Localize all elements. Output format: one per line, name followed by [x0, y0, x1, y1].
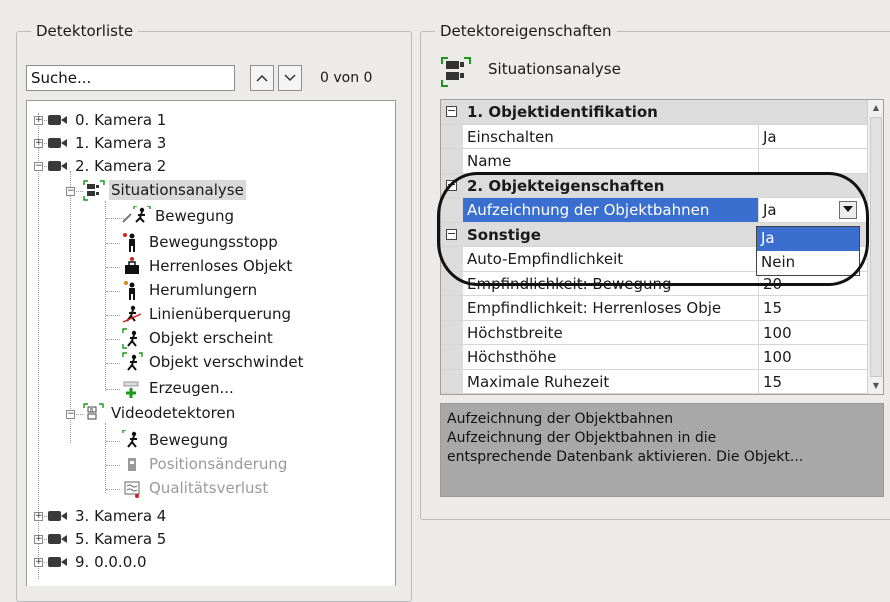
- vertical-scrollbar[interactable]: ▲ ▼: [867, 100, 883, 394]
- position-change-icon: [121, 454, 143, 474]
- expand-camera-9[interactable]: +: [34, 558, 43, 567]
- detector-properties-legend: Detektoreigenschaften: [440, 22, 612, 40]
- tree-item-objekt-verschwindet[interactable]: Objekt verschwindet: [121, 351, 305, 373]
- expand-camera-1[interactable]: +: [34, 116, 43, 125]
- tree-item-objekt-erscheint[interactable]: Objekt erscheint: [121, 327, 275, 349]
- line-crossing-icon: [121, 304, 143, 324]
- expand-camera-5[interactable]: +: [34, 535, 43, 544]
- property-row-hoechstbreite[interactable]: Höchstbreite 100: [441, 320, 868, 345]
- description-line-2: entsprechende Datenbank aktivieren. Die …: [447, 449, 804, 465]
- value-dropdown-list[interactable]: Ja Nein: [756, 226, 860, 276]
- property-description-panel: Aufzeichnung der Objektbahnen Aufzeichnu…: [440, 403, 884, 497]
- property-row-aufzeichnung[interactable]: Aufzeichnung der Objektbahnen Ja: [441, 198, 868, 223]
- search-input[interactable]: [26, 65, 235, 91]
- scroll-down-icon[interactable]: ▼: [868, 378, 883, 394]
- dropdown-button[interactable]: [839, 201, 857, 219]
- property-row-empfindlichkeit-herrenloses[interactable]: Empfindlichkeit: Herrenloses Obje 15: [441, 296, 868, 321]
- tree-item-qualitaetsverlust[interactable]: Qualitätsverlust: [121, 477, 270, 499]
- scroll-thumb[interactable]: [870, 117, 882, 377]
- tree-item-herrenloses-objekt[interactable]: Herrenloses Objekt: [121, 255, 294, 277]
- collapse-videodetektoren[interactable]: −: [66, 410, 75, 419]
- search-down-button[interactable]: [278, 65, 302, 91]
- collapse-situationsanalyse[interactable]: −: [66, 187, 75, 196]
- tree-item-camera-3[interactable]: 1. Kamera 3: [47, 132, 168, 154]
- tree-item-bewegungsstopp[interactable]: Bewegungsstopp: [121, 231, 280, 253]
- dropdown-option-ja[interactable]: Ja: [757, 227, 859, 251]
- camera-icon: [47, 556, 69, 568]
- tree-item-linienueberquerung[interactable]: Linienüberquerung: [121, 303, 293, 325]
- chevron-up-icon: [256, 74, 268, 82]
- tree-item-herumlungern[interactable]: Herumlungern: [121, 279, 259, 301]
- tree-item-camera-4[interactable]: 3. Kamera 4: [47, 505, 168, 527]
- video-detectors-icon: B: [83, 403, 105, 423]
- camera-icon: [47, 510, 69, 522]
- tree-item-situationsanalyse[interactable]: Situationsanalyse: [83, 179, 246, 201]
- search-counter: 0 von 0: [320, 70, 373, 86]
- camera-icon: [47, 160, 69, 172]
- scene-analytics-icon: [440, 56, 472, 92]
- description-title: Aufzeichnung der Objektbahnen: [447, 411, 674, 427]
- collapse-icon[interactable]: −: [446, 105, 457, 117]
- motion-detector-icon: [121, 429, 143, 450]
- category-objektidentifikation[interactable]: − 1. Objektidentifikation: [441, 100, 868, 125]
- expand-camera-3[interactable]: +: [34, 139, 43, 148]
- property-row-maximale-ruhezeit[interactable]: Maximale Ruhezeit 15: [441, 369, 868, 394]
- tree-item-camera-9[interactable]: 9. 0.0.0.0: [47, 551, 149, 573]
- top-cut-strip: [0, 0, 890, 10]
- detector-title: Situationsanalyse: [488, 60, 621, 78]
- object-appears-icon: [121, 328, 143, 349]
- property-row-name[interactable]: Name: [441, 149, 868, 174]
- chevron-down-icon: [284, 74, 296, 82]
- chevron-down-icon: [843, 206, 853, 212]
- detector-list-legend: Detektorliste: [36, 22, 134, 40]
- camera-icon: [47, 137, 69, 149]
- tree-item-erzeugen[interactable]: Erzeugen...: [121, 377, 236, 399]
- object-disappears-icon: [121, 352, 143, 372]
- add-icon: [121, 378, 143, 398]
- tree-item-camera-2[interactable]: 2. Kamera 2: [47, 155, 168, 177]
- tree-item-positionsaenderung[interactable]: Positionsänderung: [121, 453, 289, 475]
- camera-icon: [47, 533, 69, 545]
- category-objekteigenschaften[interactable]: − 2. Objekteigenschaften: [441, 173, 868, 198]
- dropdown-option-nein[interactable]: Nein: [757, 251, 859, 275]
- collapse-icon[interactable]: −: [446, 179, 457, 191]
- quality-loss-icon: [121, 478, 143, 498]
- scroll-up-icon[interactable]: ▲: [868, 100, 883, 116]
- person-stop-icon: [121, 232, 143, 252]
- property-row-einschalten[interactable]: Einschalten Ja: [441, 124, 868, 149]
- collapse-icon[interactable]: −: [446, 228, 457, 240]
- property-row-hoechsthoehe[interactable]: Höchsthöhe 100: [441, 345, 868, 370]
- svg-text:B: B: [90, 408, 94, 414]
- detector-tree[interactable]: + 0. Kamera 1 + 1. Kamera 3 − 2. Kamera …: [26, 100, 396, 586]
- tree-item-camera-5[interactable]: 5. Kamera 5: [47, 528, 168, 550]
- loitering-icon: [121, 280, 143, 300]
- description-line-1: Aufzeichnung der Objektbahnen in die: [447, 430, 717, 446]
- collapse-camera-2[interactable]: −: [34, 162, 43, 171]
- expand-camera-4[interactable]: +: [34, 512, 43, 521]
- scene-analytics-icon: [83, 180, 105, 201]
- tree-item-bewegung[interactable]: Bewegung: [121, 205, 236, 227]
- bag-icon: [121, 256, 143, 276]
- search-up-button[interactable]: [250, 65, 274, 91]
- tree-item-videodetektoren[interactable]: B Videodetektoren: [83, 402, 237, 424]
- camera-icon: [47, 114, 69, 126]
- tree-item-video-bewegung[interactable]: Bewegung: [121, 429, 230, 451]
- motion-detector-icon: [121, 205, 151, 226]
- tree-item-camera-1[interactable]: 0. Kamera 1: [47, 109, 168, 131]
